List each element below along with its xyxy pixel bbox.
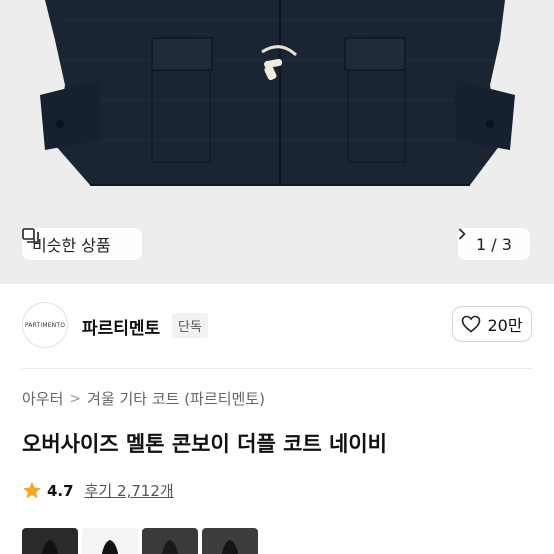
coat-thumbnail (41, 540, 59, 554)
color-option[interactable] (82, 528, 138, 554)
color-option[interactable] (202, 528, 258, 554)
divider (22, 368, 532, 369)
coat-thumbnail (101, 540, 119, 554)
breadcrumb-item[interactable]: 겨울 기타 코트 (파르티멘토) (87, 388, 265, 409)
seller-logo-text: PARTIMENTO (24, 321, 66, 329)
color-option[interactable] (22, 528, 78, 554)
pager-label: 1 / 3 (476, 234, 512, 254)
product-title: 오버사이즈 멜톤 콘보이 더플 코트 네이비 (22, 432, 387, 456)
similar-items-label: 비슷한 상품 (32, 236, 111, 255)
breadcrumb: 아우터 > 겨울 기타 코트 (파르티멘토) (22, 388, 265, 409)
like-button[interactable]: 20만 (452, 306, 532, 342)
seller-row[interactable]: PARTIMENTO 파르티멘토 단독 20만 (0, 284, 554, 368)
image-pager[interactable]: 1 / 3 (458, 228, 530, 260)
color-option[interactable] (142, 528, 198, 554)
review-count-link[interactable]: 후기 2,712개 (85, 480, 174, 501)
rating-summary[interactable]: 4.7 후기 2,712개 (22, 480, 174, 501)
similar-items-icon (22, 228, 39, 243)
chevron-right-icon (458, 228, 466, 240)
rating-score: 4.7 (47, 481, 74, 500)
like-count: 20만 (487, 316, 523, 335)
color-options (22, 528, 258, 554)
coat-thumbnail (221, 540, 239, 554)
seller-logo[interactable]: PARTIMENTO (22, 302, 68, 348)
star-icon (23, 481, 41, 499)
breadcrumb-item[interactable]: 아우터 (22, 388, 63, 409)
similar-items-button[interactable]: 비슷한 상품 (22, 228, 142, 260)
seller-name[interactable]: 파르티멘토 (82, 314, 160, 339)
coat-thumbnail (161, 540, 179, 554)
product-image[interactable]: 비슷한 상품 1 / 3 (0, 0, 554, 284)
breadcrumb-separator-icon: > (69, 390, 82, 407)
heart-outline-icon (462, 315, 481, 333)
exclusive-badge: 단독 (172, 313, 208, 338)
